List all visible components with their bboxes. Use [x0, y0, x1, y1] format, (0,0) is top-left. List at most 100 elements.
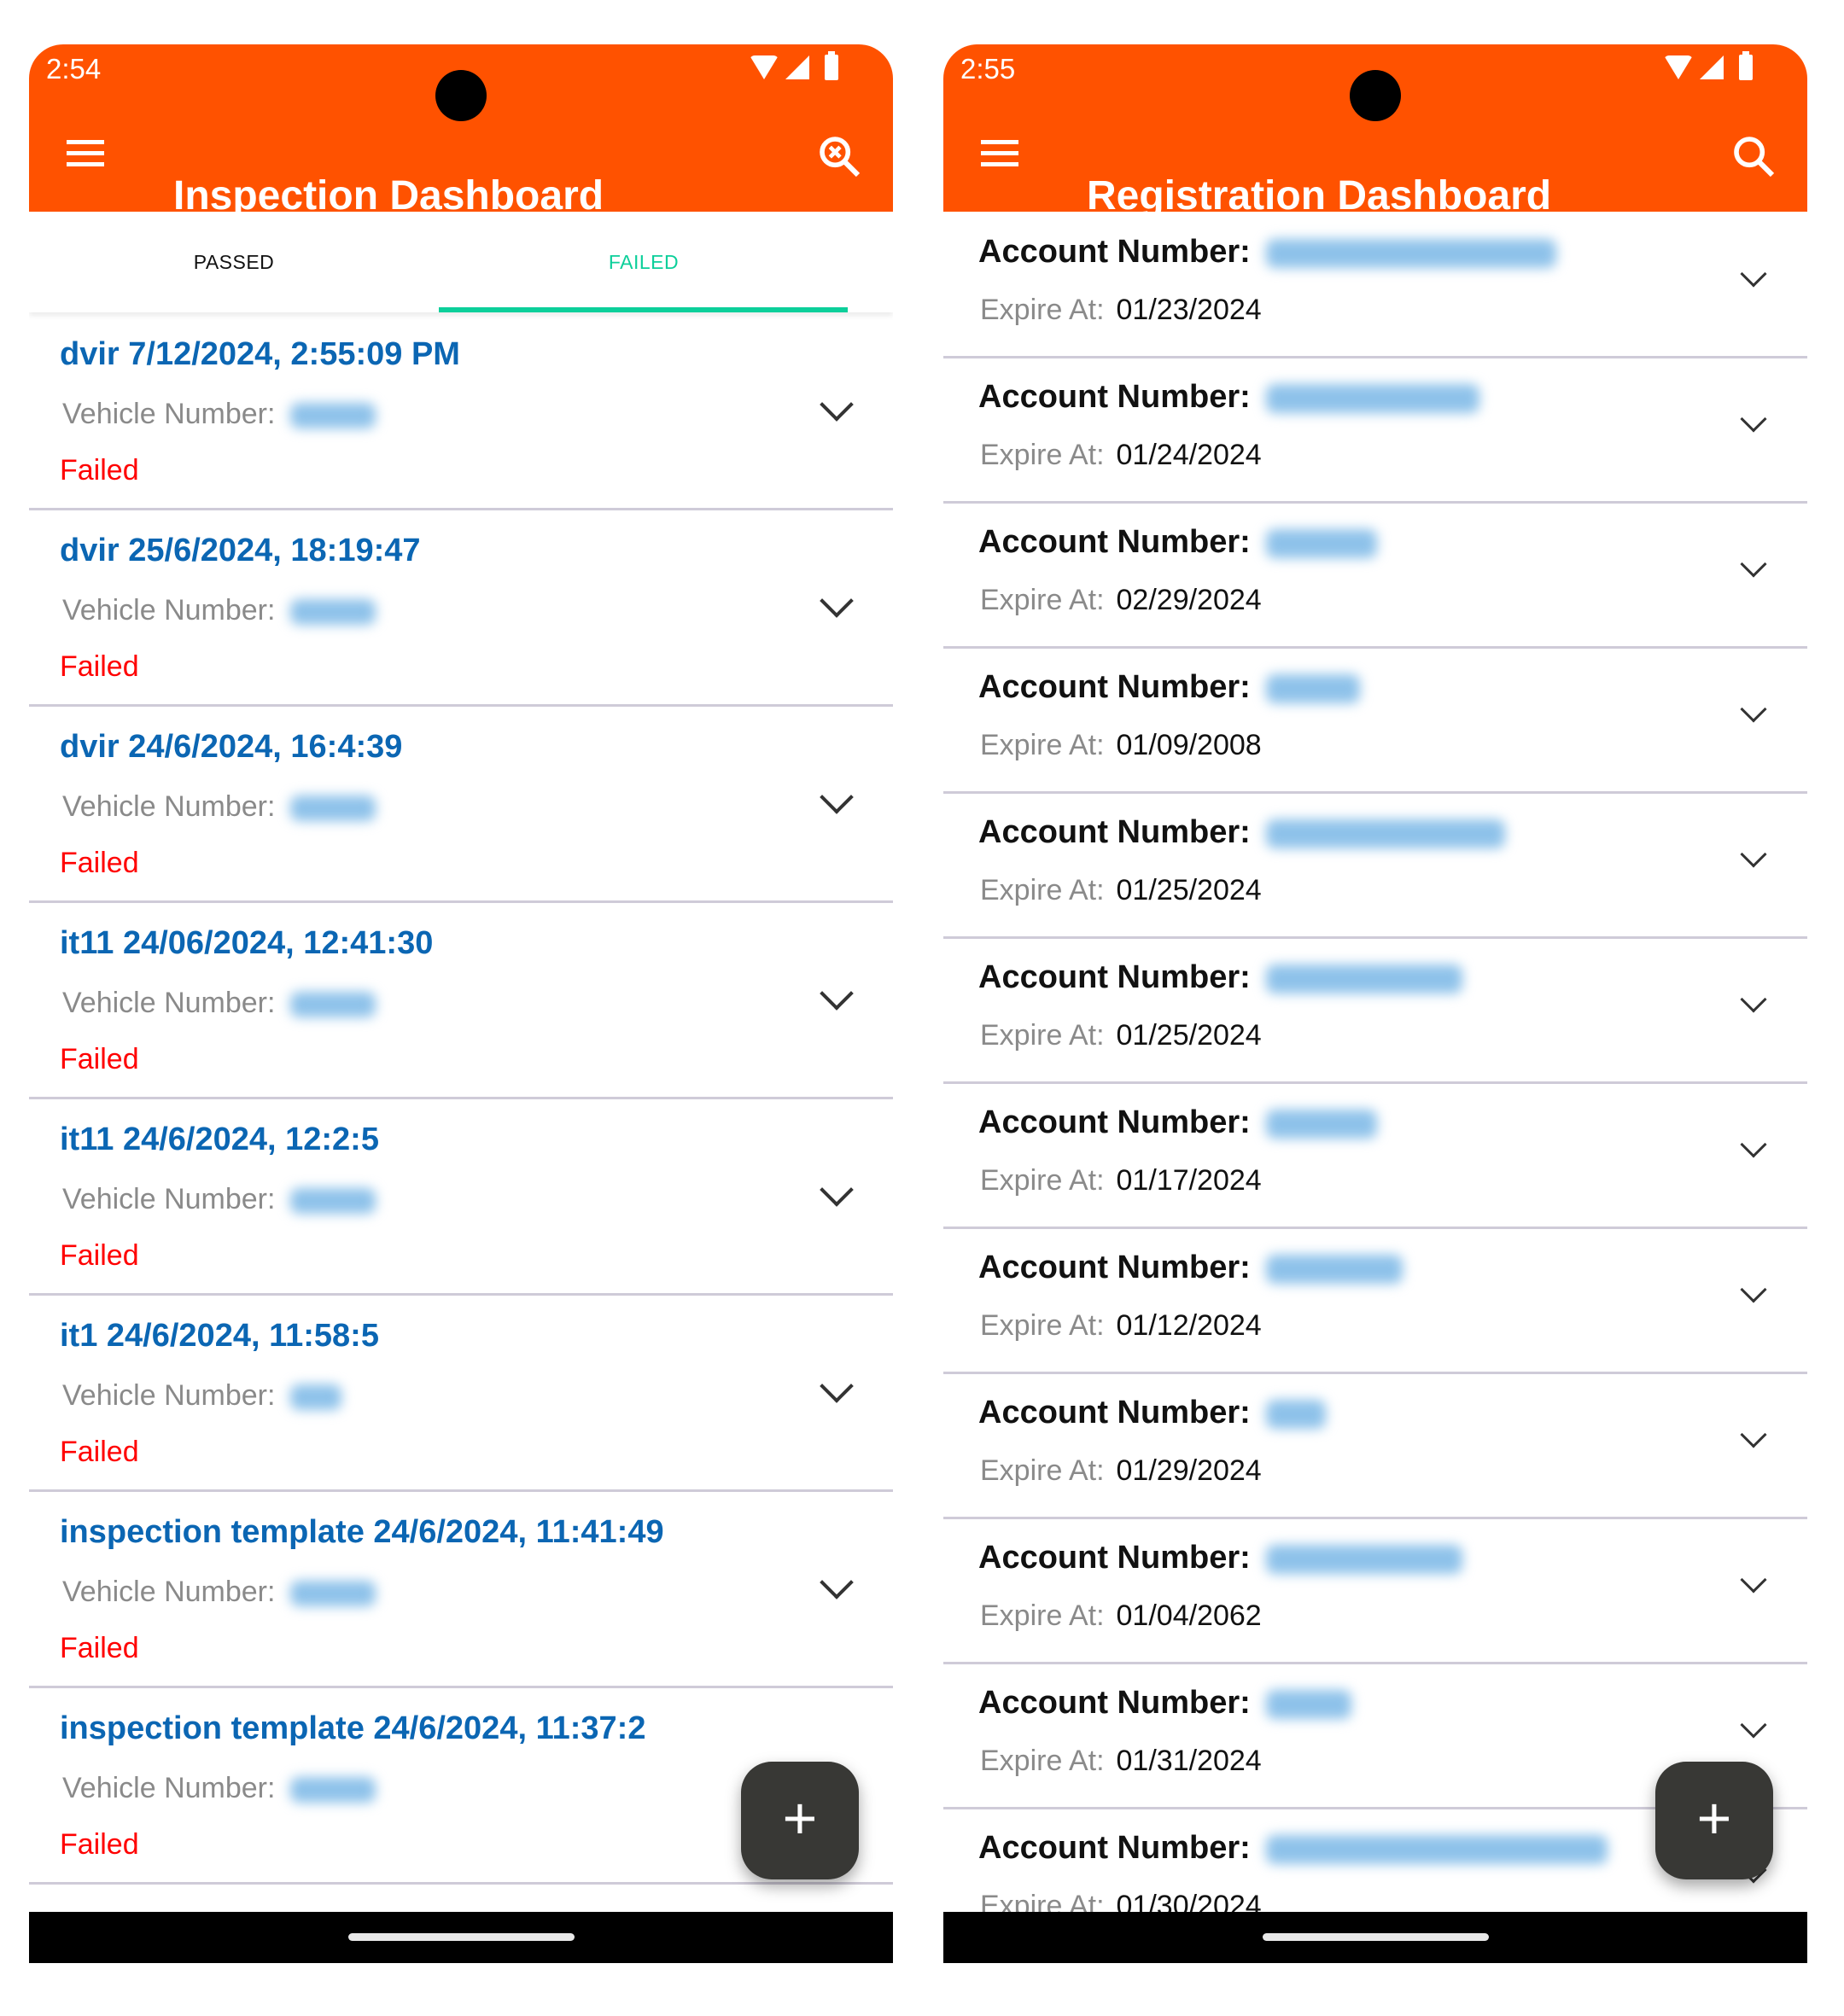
vehicle-number-row: Vehicle Number:	[62, 987, 376, 1020]
tab-passed[interactable]: PASSED	[29, 212, 439, 312]
chevron-down-icon[interactable]	[1740, 1131, 1767, 1158]
inspection-item[interactable]: dvir 25/6/2024, 18:19:47 Vehicle Number:…	[29, 510, 893, 707]
vehicle-number-label: Vehicle Number:	[62, 1576, 276, 1608]
inspection-item[interactable]: it1 24/6/2024, 11:58:5 Vehicle Number: F…	[29, 1296, 893, 1492]
expire-date: 01/31/2024	[1116, 1745, 1262, 1777]
status-time: 2:55	[960, 53, 1016, 84]
inspection-title: it11 24/06/2024, 12:41:30	[60, 925, 434, 961]
tab-failed[interactable]: FAILED	[439, 212, 849, 312]
inspection-title: dvir 7/12/2024, 2:55:09 PM	[60, 336, 460, 372]
status-label: Failed	[60, 1239, 139, 1272]
vehicle-number-redacted	[290, 1777, 376, 1803]
inspection-title: dvir 24/6/2024, 16:4:39	[60, 729, 403, 765]
expire-label: Expire At:	[980, 729, 1105, 761]
registration-item[interactable]: Account Number: Expire At: 01/24/2024	[943, 358, 1807, 504]
chevron-down-icon[interactable]	[1740, 1711, 1767, 1739]
chevron-down-icon[interactable]	[820, 1565, 854, 1599]
vehicle-number-row: Vehicle Number:	[62, 398, 376, 431]
add-registration-button[interactable]: +	[1655, 1762, 1773, 1879]
home-indicator[interactable]	[348, 1933, 575, 1941]
menu-icon[interactable]	[67, 140, 104, 167]
navigation-bar	[943, 1912, 1807, 1963]
chevron-down-icon[interactable]	[1740, 551, 1767, 578]
chevron-down-icon[interactable]	[820, 584, 854, 618]
expire-label: Expire At:	[980, 1745, 1105, 1777]
account-number-label: Account Number:	[978, 959, 1251, 995]
inspection-item[interactable]: dvir 24/6/2024, 16:4:39 Vehicle Number: …	[29, 707, 893, 903]
chevron-down-icon[interactable]	[1740, 1421, 1767, 1448]
account-number-label: Account Number:	[978, 1540, 1251, 1576]
chevron-down-icon[interactable]	[820, 387, 854, 422]
inspection-item[interactable]: it11 24/06/2024, 12:41:30 Vehicle Number…	[29, 903, 893, 1099]
expire-date: 01/04/2062	[1116, 1599, 1262, 1632]
registration-item[interactable]: Account Number: Expire At: 01/23/2024	[943, 213, 1807, 358]
expire-row: Expire At: 01/25/2024	[980, 874, 1262, 907]
battery-icon	[825, 51, 838, 80]
search-icon[interactable]	[1730, 133, 1778, 181]
account-number-row: Account Number:	[978, 1685, 1351, 1722]
registration-item[interactable]: Account Number: Expire At: 01/12/2024	[943, 1229, 1807, 1374]
account-number-row: Account Number:	[978, 1104, 1377, 1141]
inspection-item[interactable]: dvir 7/12/2024, 2:55:09 PM Vehicle Numbe…	[29, 314, 893, 510]
chevron-down-icon[interactable]	[1740, 1276, 1767, 1303]
registration-item[interactable]: Account Number: Expire At: 01/29/2024	[943, 1374, 1807, 1519]
chevron-down-icon[interactable]	[820, 780, 854, 814]
registration-item[interactable]: Account Number: Expire At: 01/09/2008	[943, 649, 1807, 794]
expire-date: 01/25/2024	[1116, 1019, 1262, 1052]
registration-item[interactable]: Account Number: Expire At: 01/25/2024	[943, 794, 1807, 939]
account-number-label: Account Number:	[978, 1104, 1251, 1140]
expire-row: Expire At: 02/29/2024	[980, 584, 1262, 617]
account-number-redacted	[1265, 1109, 1377, 1139]
expire-label: Expire At:	[980, 294, 1105, 326]
account-number-row: Account Number:	[978, 669, 1360, 706]
expire-row: Expire At: 01/04/2062	[980, 1599, 1262, 1633]
expire-date: 02/29/2024	[1116, 584, 1262, 616]
app-bar: 2:55 Registration Dashboard	[943, 44, 1807, 218]
account-number-label: Account Number:	[978, 524, 1251, 560]
account-number-row: Account Number:	[978, 814, 1505, 851]
chevron-down-icon[interactable]	[820, 1369, 854, 1403]
expire-label: Expire At:	[980, 1454, 1105, 1487]
search-off-icon[interactable]	[816, 133, 864, 181]
chevron-down-icon[interactable]	[820, 1173, 854, 1207]
vehicle-number-row: Vehicle Number:	[62, 594, 376, 627]
vehicle-number-redacted	[290, 992, 376, 1018]
chevron-down-icon[interactable]	[1740, 696, 1767, 723]
account-number-redacted	[1265, 673, 1360, 703]
expire-row: Expire At: 01/25/2024	[980, 1019, 1262, 1052]
account-number-redacted	[1265, 1834, 1608, 1864]
account-number-row: Account Number:	[978, 524, 1377, 561]
expire-label: Expire At:	[980, 1019, 1105, 1052]
chevron-down-icon[interactable]	[820, 976, 854, 1011]
battery-icon	[1739, 51, 1753, 80]
vehicle-number-redacted	[290, 599, 376, 626]
inspection-title: it11 24/6/2024, 12:2:5	[60, 1122, 379, 1157]
vehicle-number-redacted	[290, 1384, 342, 1411]
chevron-down-icon[interactable]	[1740, 405, 1767, 433]
registration-item[interactable]: Account Number: Expire At: 01/04/2062	[943, 1519, 1807, 1664]
home-indicator[interactable]	[1263, 1933, 1489, 1941]
chevron-down-icon[interactable]	[1740, 986, 1767, 1013]
add-inspection-button[interactable]: +	[741, 1762, 859, 1879]
expire-label: Expire At:	[980, 439, 1105, 471]
account-number-label: Account Number:	[978, 1395, 1251, 1430]
registration-item[interactable]: Account Number: Expire At: 01/17/2024	[943, 1084, 1807, 1229]
wifi-icon	[750, 55, 779, 79]
chevron-down-icon[interactable]	[1740, 260, 1767, 288]
registration-item[interactable]: Account Number: Expire At: 02/29/2024	[943, 504, 1807, 649]
inspection-item[interactable]: inspection template 24/6/2024, 11:41:49 …	[29, 1492, 893, 1688]
chevron-down-icon[interactable]	[1740, 841, 1767, 868]
expire-row: Expire At: 01/09/2008	[980, 729, 1262, 762]
menu-icon[interactable]	[981, 140, 1018, 167]
registration-item[interactable]: Account Number: Expire At: 01/25/2024	[943, 939, 1807, 1084]
inspection-item[interactable]: it11 24/6/2024, 12:2:5 Vehicle Number: F…	[29, 1099, 893, 1296]
signal-icon	[785, 55, 809, 79]
vehicle-number-label: Vehicle Number:	[62, 987, 276, 1019]
inspection-title: inspection template 24/6/2024, 11:37:2	[60, 1710, 646, 1746]
account-number-redacted	[1265, 1254, 1403, 1284]
chevron-down-icon[interactable]	[1740, 1566, 1767, 1594]
signal-icon	[1700, 55, 1724, 79]
expire-row: Expire At: 01/17/2024	[980, 1164, 1262, 1197]
inspection-title: it1 24/6/2024, 11:58:5	[60, 1318, 379, 1354]
vehicle-number-label: Vehicle Number:	[62, 398, 276, 430]
